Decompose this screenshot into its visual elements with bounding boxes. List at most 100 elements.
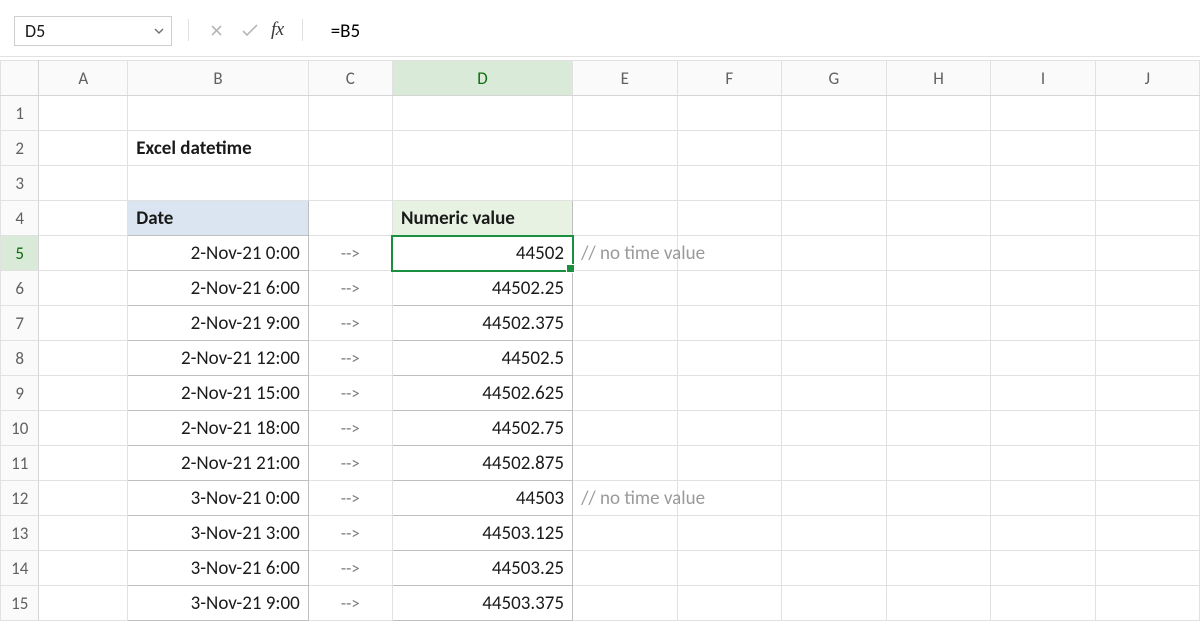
cell-D10[interactable]: 44502.75 bbox=[392, 411, 572, 446]
cell-C11[interactable]: --> bbox=[308, 446, 392, 481]
cell-E6[interactable] bbox=[573, 271, 678, 306]
cell-I10[interactable] bbox=[991, 411, 1095, 446]
cell-F14[interactable] bbox=[677, 551, 781, 586]
cancel-icon[interactable] bbox=[201, 15, 231, 45]
col-head-B[interactable]: B bbox=[128, 61, 308, 96]
cell-H2[interactable] bbox=[886, 131, 991, 166]
cell-I11[interactable] bbox=[991, 446, 1095, 481]
cell-J7[interactable] bbox=[1095, 306, 1199, 341]
cell-C5[interactable]: --> bbox=[308, 236, 392, 271]
cell-D2[interactable] bbox=[392, 131, 572, 166]
cell-H7[interactable] bbox=[886, 306, 991, 341]
cell-F15[interactable] bbox=[677, 586, 781, 621]
cell-J6[interactable] bbox=[1095, 271, 1199, 306]
cell-C6[interactable]: --> bbox=[308, 271, 392, 306]
cell-A11[interactable] bbox=[39, 446, 128, 481]
cell-C8[interactable]: --> bbox=[308, 341, 392, 376]
cell-H13[interactable] bbox=[886, 516, 991, 551]
cell-I6[interactable] bbox=[991, 271, 1095, 306]
cell-J1[interactable] bbox=[1095, 96, 1199, 131]
cell-H3[interactable] bbox=[886, 166, 991, 201]
cell-H5[interactable] bbox=[886, 236, 991, 271]
cell-H15[interactable] bbox=[886, 586, 991, 621]
cell-J8[interactable] bbox=[1095, 341, 1199, 376]
cell-I8[interactable] bbox=[991, 341, 1095, 376]
cell-E15[interactable] bbox=[573, 586, 678, 621]
formula-input[interactable] bbox=[319, 16, 1200, 46]
row-head-4[interactable]: 4 bbox=[1, 201, 39, 236]
cell-A8[interactable] bbox=[39, 341, 128, 376]
cell-A3[interactable] bbox=[39, 166, 128, 201]
cell-H11[interactable] bbox=[886, 446, 991, 481]
cell-E1[interactable] bbox=[573, 96, 678, 131]
cell-C9[interactable]: --> bbox=[308, 376, 392, 411]
cell-I15[interactable] bbox=[991, 586, 1095, 621]
cell-A7[interactable] bbox=[39, 306, 128, 341]
cell-J13[interactable] bbox=[1095, 516, 1199, 551]
col-head-J[interactable]: J bbox=[1095, 61, 1199, 96]
cell-E10[interactable] bbox=[573, 411, 678, 446]
cell-B5[interactable]: 2-Nov-21 0:00 bbox=[128, 236, 308, 271]
cell-H4[interactable] bbox=[886, 201, 991, 236]
cell-J9[interactable] bbox=[1095, 376, 1199, 411]
cell-E8[interactable] bbox=[573, 341, 678, 376]
row-head-10[interactable]: 10 bbox=[1, 411, 39, 446]
cell-G10[interactable] bbox=[782, 411, 887, 446]
cell-D11[interactable]: 44502.875 bbox=[392, 446, 572, 481]
row-head-1[interactable]: 1 bbox=[1, 96, 39, 131]
chevron-down-icon[interactable] bbox=[153, 20, 165, 42]
cell-D9[interactable]: 44502.625 bbox=[392, 376, 572, 411]
cell-A1[interactable] bbox=[39, 96, 128, 131]
cell-H1[interactable] bbox=[886, 96, 991, 131]
cell-E13[interactable] bbox=[573, 516, 678, 551]
cell-A5[interactable] bbox=[39, 236, 128, 271]
cell-B13[interactable]: 3-Nov-21 3:00 bbox=[128, 516, 308, 551]
cell-C15[interactable]: --> bbox=[308, 586, 392, 621]
cell-A4[interactable] bbox=[39, 201, 128, 236]
cell-B2[interactable]: Excel datetime bbox=[128, 131, 308, 166]
cell-I3[interactable] bbox=[991, 166, 1095, 201]
cell-G6[interactable] bbox=[782, 271, 887, 306]
cell-B1[interactable] bbox=[128, 96, 308, 131]
cell-H12[interactable] bbox=[886, 481, 991, 516]
cell-E12[interactable]: // no time value bbox=[573, 481, 678, 516]
cell-I13[interactable] bbox=[991, 516, 1095, 551]
cell-B7[interactable]: 2-Nov-21 9:00 bbox=[128, 306, 308, 341]
cell-G9[interactable] bbox=[782, 376, 887, 411]
cell-E2[interactable] bbox=[573, 131, 678, 166]
cell-B15[interactable]: 3-Nov-21 9:00 bbox=[128, 586, 308, 621]
cell-J4[interactable] bbox=[1095, 201, 1199, 236]
cell-F4[interactable] bbox=[677, 201, 781, 236]
cell-G1[interactable] bbox=[782, 96, 887, 131]
cell-C1[interactable] bbox=[308, 96, 392, 131]
cell-C4[interactable] bbox=[308, 201, 392, 236]
cell-I14[interactable] bbox=[991, 551, 1095, 586]
cell-I2[interactable] bbox=[991, 131, 1095, 166]
col-head-A[interactable]: A bbox=[39, 61, 128, 96]
cell-I7[interactable] bbox=[991, 306, 1095, 341]
row-head-13[interactable]: 13 bbox=[1, 516, 39, 551]
col-head-D[interactable]: D bbox=[392, 61, 572, 96]
cell-I5[interactable] bbox=[991, 236, 1095, 271]
cell-E14[interactable] bbox=[573, 551, 678, 586]
row-head-7[interactable]: 7 bbox=[1, 306, 39, 341]
cell-J11[interactable] bbox=[1095, 446, 1199, 481]
cell-G15[interactable] bbox=[782, 586, 887, 621]
col-head-G[interactable]: G bbox=[782, 61, 887, 96]
cell-E9[interactable] bbox=[573, 376, 678, 411]
name-box[interactable]: D5 bbox=[14, 16, 172, 46]
cell-I12[interactable] bbox=[991, 481, 1095, 516]
row-head-12[interactable]: 12 bbox=[1, 481, 39, 516]
cell-J10[interactable] bbox=[1095, 411, 1199, 446]
cell-D12[interactable]: 44503 bbox=[392, 481, 572, 516]
cell-F5[interactable] bbox=[677, 236, 781, 271]
cell-E11[interactable] bbox=[573, 446, 678, 481]
cell-B14[interactable]: 3-Nov-21 6:00 bbox=[128, 551, 308, 586]
cell-B6[interactable]: 2-Nov-21 6:00 bbox=[128, 271, 308, 306]
enter-icon[interactable] bbox=[235, 15, 265, 45]
cell-A13[interactable] bbox=[39, 516, 128, 551]
col-head-F[interactable]: F bbox=[677, 61, 781, 96]
cell-J12[interactable] bbox=[1095, 481, 1199, 516]
cell-F10[interactable] bbox=[677, 411, 781, 446]
fx-icon[interactable]: fx bbox=[269, 19, 290, 41]
